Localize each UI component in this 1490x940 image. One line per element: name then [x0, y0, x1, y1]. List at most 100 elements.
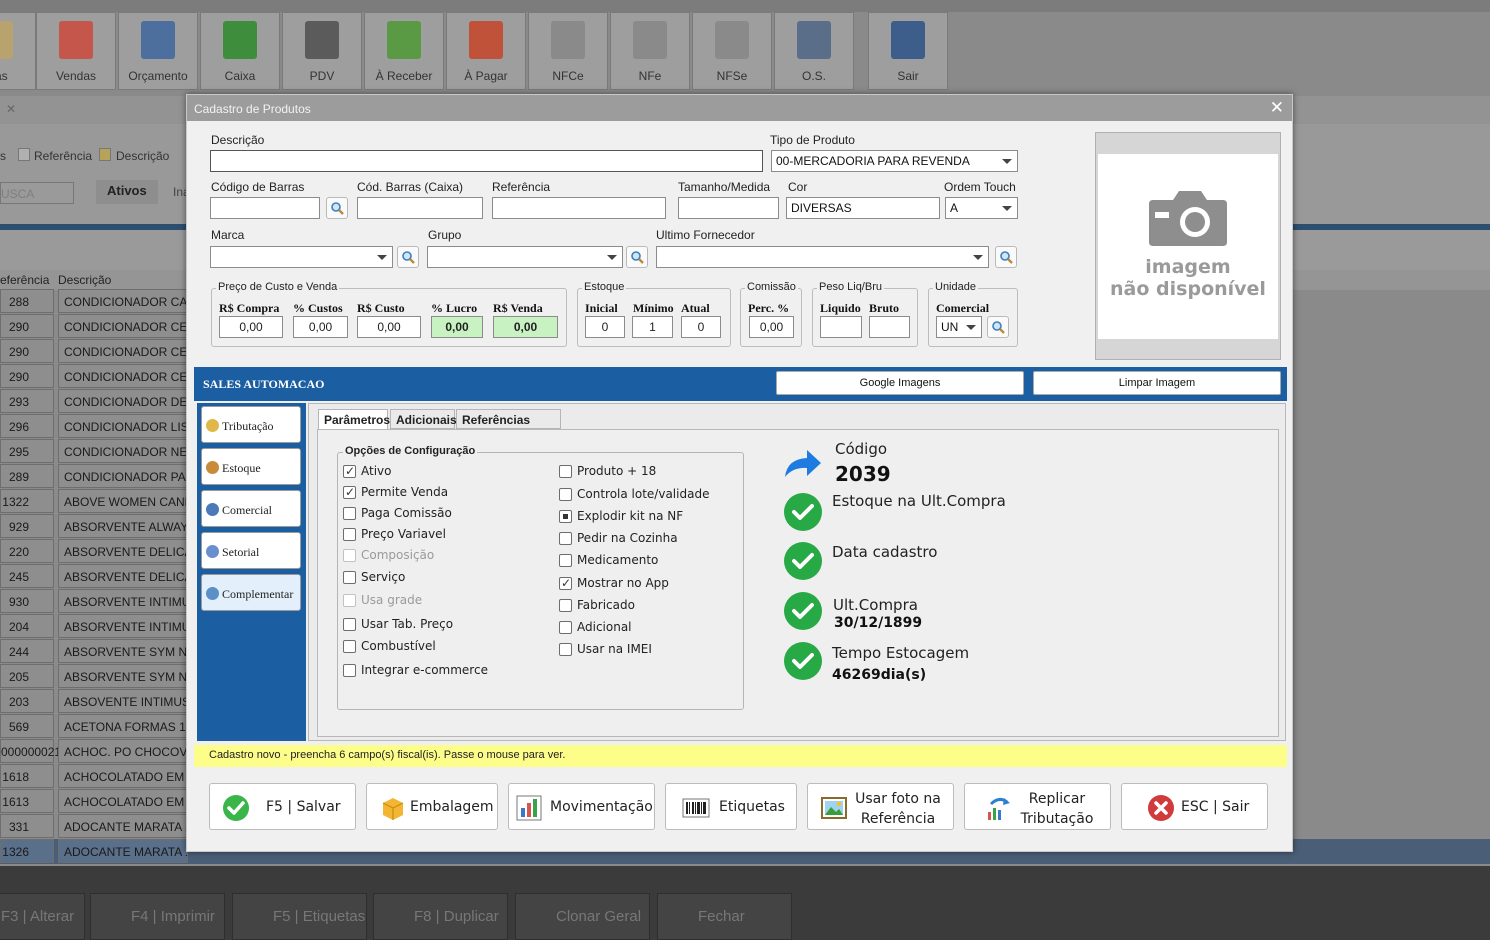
bottom-button-4[interactable]: Clonar Geral [515, 893, 650, 940]
fornecedor-select[interactable] [656, 246, 989, 268]
checkbox-mostrar-no-app[interactable]: ✓ [559, 576, 572, 590]
estoque-minimo-input[interactable]: 1 [632, 316, 673, 338]
tipo-produto-select[interactable]: 00-MERCADORIA PARA REVENDA [771, 150, 1018, 172]
cor-input[interactable]: DIVERSAS [786, 197, 940, 219]
bottom-button-2[interactable]: F5 | Etiquetas [232, 893, 367, 940]
toolbar-button-5[interactable]: À Receber [364, 12, 444, 90]
ordem-touch-select[interactable]: A [945, 197, 1018, 219]
checkbox-pre-o-variavel[interactable] [343, 528, 356, 541]
tab-0[interactable]: Parâmetros [318, 409, 390, 429]
embalagem-button[interactable]: Embalagem [366, 783, 498, 830]
col-descricao[interactable]: Descrição [58, 273, 111, 287]
movimentacao-button[interactable]: Movimentação [508, 783, 655, 830]
custos-input[interactable]: 0,00 [293, 316, 348, 338]
estoque-atual-input[interactable]: 0 [681, 316, 721, 338]
etiquetas-button[interactable]: Etiquetas [665, 783, 797, 830]
usar-foto-button[interactable]: Usar foto na Referência [807, 783, 954, 830]
toolbar-button-6[interactable]: À Pagar [446, 12, 526, 90]
compra-input[interactable]: 0,00 [219, 316, 283, 338]
search-barcode-button[interactable] [326, 197, 348, 219]
comissao-input[interactable]: 0,00 [749, 316, 794, 338]
checkbox-adicional[interactable] [559, 621, 572, 634]
sidebar-item-estoque[interactable]: Estoque [201, 448, 301, 485]
toolbar-button-8[interactable]: NFe [610, 12, 690, 90]
custo-input[interactable]: 0,00 [357, 316, 421, 338]
checkbox-paga-comiss-o[interactable] [343, 507, 356, 520]
checkbox-fabricado[interactable] [559, 599, 572, 612]
toolbar-button-2[interactable]: Orçamento [118, 12, 198, 90]
google-images-button[interactable]: Google Imagens [776, 371, 1024, 395]
toolbar-label: Orçamento [128, 69, 188, 83]
exit-label: ESC | Sair [1181, 799, 1250, 815]
checkbox-ativo[interactable]: ✓ [343, 464, 356, 478]
sidebar-item-tributação[interactable]: Tributação [201, 406, 301, 443]
checkbox-usar-na-imei[interactable] [559, 643, 572, 656]
checkbox-servi-o[interactable] [343, 571, 356, 584]
sidebar-item-comercial[interactable]: Comercial [201, 490, 301, 527]
marca-select[interactable] [210, 246, 393, 268]
tamanho-label: Tamanho/Medida [678, 180, 771, 194]
checkbox-produto-18[interactable] [559, 465, 572, 478]
checkbox-explodir-kit-na-nf[interactable] [559, 510, 572, 523]
tab-1[interactable]: Adicionais [390, 409, 457, 429]
toolbar-button-7[interactable]: NFCe [528, 12, 608, 90]
search-marca-button[interactable] [397, 246, 419, 268]
tamanho-input[interactable] [678, 197, 779, 219]
shopping-basket-icon [59, 21, 93, 59]
lucro-input[interactable]: 0,00 [431, 316, 483, 338]
toolbar-button-11[interactable]: Sair [868, 12, 948, 90]
unidade-select[interactable]: UN [936, 316, 982, 338]
sidebar-item-setorial[interactable]: Setorial [201, 532, 301, 569]
replicar-tributacao-button[interactable]: Replicar Tributação [964, 783, 1111, 830]
close-tab-icon[interactable]: ✕ [6, 102, 16, 116]
col-referencia[interactable]: eferência [0, 273, 49, 287]
checkbox-medicamento[interactable] [559, 554, 572, 567]
search-fornecedor-button[interactable] [995, 246, 1017, 268]
filter-ref-check-icon[interactable] [18, 148, 30, 161]
cell-descricao: CONDICIONADOR NEU [58, 439, 188, 463]
checkbox-integrar-e-commerce[interactable] [343, 664, 356, 677]
bottom-button-3[interactable]: F8 | Duplicar [373, 893, 508, 940]
sidebar-item-complementar[interactable]: Complementar [201, 574, 301, 611]
clear-image-button[interactable]: Limpar Imagem [1033, 371, 1281, 395]
filter-desc-check-icon[interactable] [99, 148, 111, 161]
search-unidade-button[interactable] [987, 316, 1009, 338]
descricao-input[interactable] [210, 150, 763, 172]
peso-bruto-input[interactable] [869, 316, 910, 338]
peso-liquido-input[interactable] [820, 316, 862, 338]
cod-barras-caixa-input[interactable] [357, 197, 483, 219]
checkbox-permite-venda[interactable]: ✓ [343, 485, 356, 499]
cell-referencia: 290 [0, 314, 54, 338]
filter-referencia[interactable]: Referência [34, 149, 92, 163]
codigo-barras-input[interactable] [210, 197, 320, 219]
venda-input[interactable]: 0,00 [493, 316, 558, 338]
search-grupo-button[interactable] [626, 246, 648, 268]
close-icon[interactable]: ✕ [1270, 98, 1284, 118]
exit-button[interactable]: ESC | Sair [1121, 783, 1268, 830]
product-image-panel[interactable]: imagem não disponível [1095, 132, 1281, 360]
bottom-button-5[interactable]: Fechar [657, 893, 792, 940]
grupo-select[interactable] [427, 246, 623, 268]
unit-group: Unidade Comercial UN [928, 281, 1018, 347]
toolbar-button-9[interactable]: NFSe [692, 12, 772, 90]
price-group: Preço de Custo e Venda R$ Compra 0,00 % … [211, 281, 567, 347]
save-button[interactable]: F5 | Salvar [209, 783, 356, 830]
bottom-button-0[interactable]: F3 | Alterar [0, 893, 85, 940]
toolbar-button-3[interactable]: Caixa [200, 12, 280, 90]
toolbar-button-1[interactable]: Vendas [36, 12, 116, 90]
toolbar-button-10[interactable]: O.S. [774, 12, 854, 90]
bottom-button-1[interactable]: F4 | Imprimir [90, 893, 225, 940]
toolbar-button-0[interactable]: oras [0, 12, 36, 90]
estoque-inicial-input[interactable]: 0 [585, 316, 625, 338]
checkbox-pedir-na-cozinha[interactable] [559, 532, 572, 545]
checkbox-usar-tab-pre-o[interactable] [343, 618, 356, 631]
tab-2[interactable]: Referências Iguais [456, 409, 561, 441]
toolbar-button-4[interactable]: PDV [282, 12, 362, 90]
checkbox-controla-lote-validade[interactable] [559, 488, 572, 501]
checkbox-combust-vel[interactable] [343, 640, 356, 653]
referencia-input[interactable] [492, 197, 666, 219]
tab-ativos[interactable]: Ativos [96, 180, 158, 204]
search-input[interactable]: USCA [0, 182, 74, 204]
filter-descricao[interactable]: Descrição [116, 149, 169, 163]
custos-label: % Custos [293, 301, 343, 315]
